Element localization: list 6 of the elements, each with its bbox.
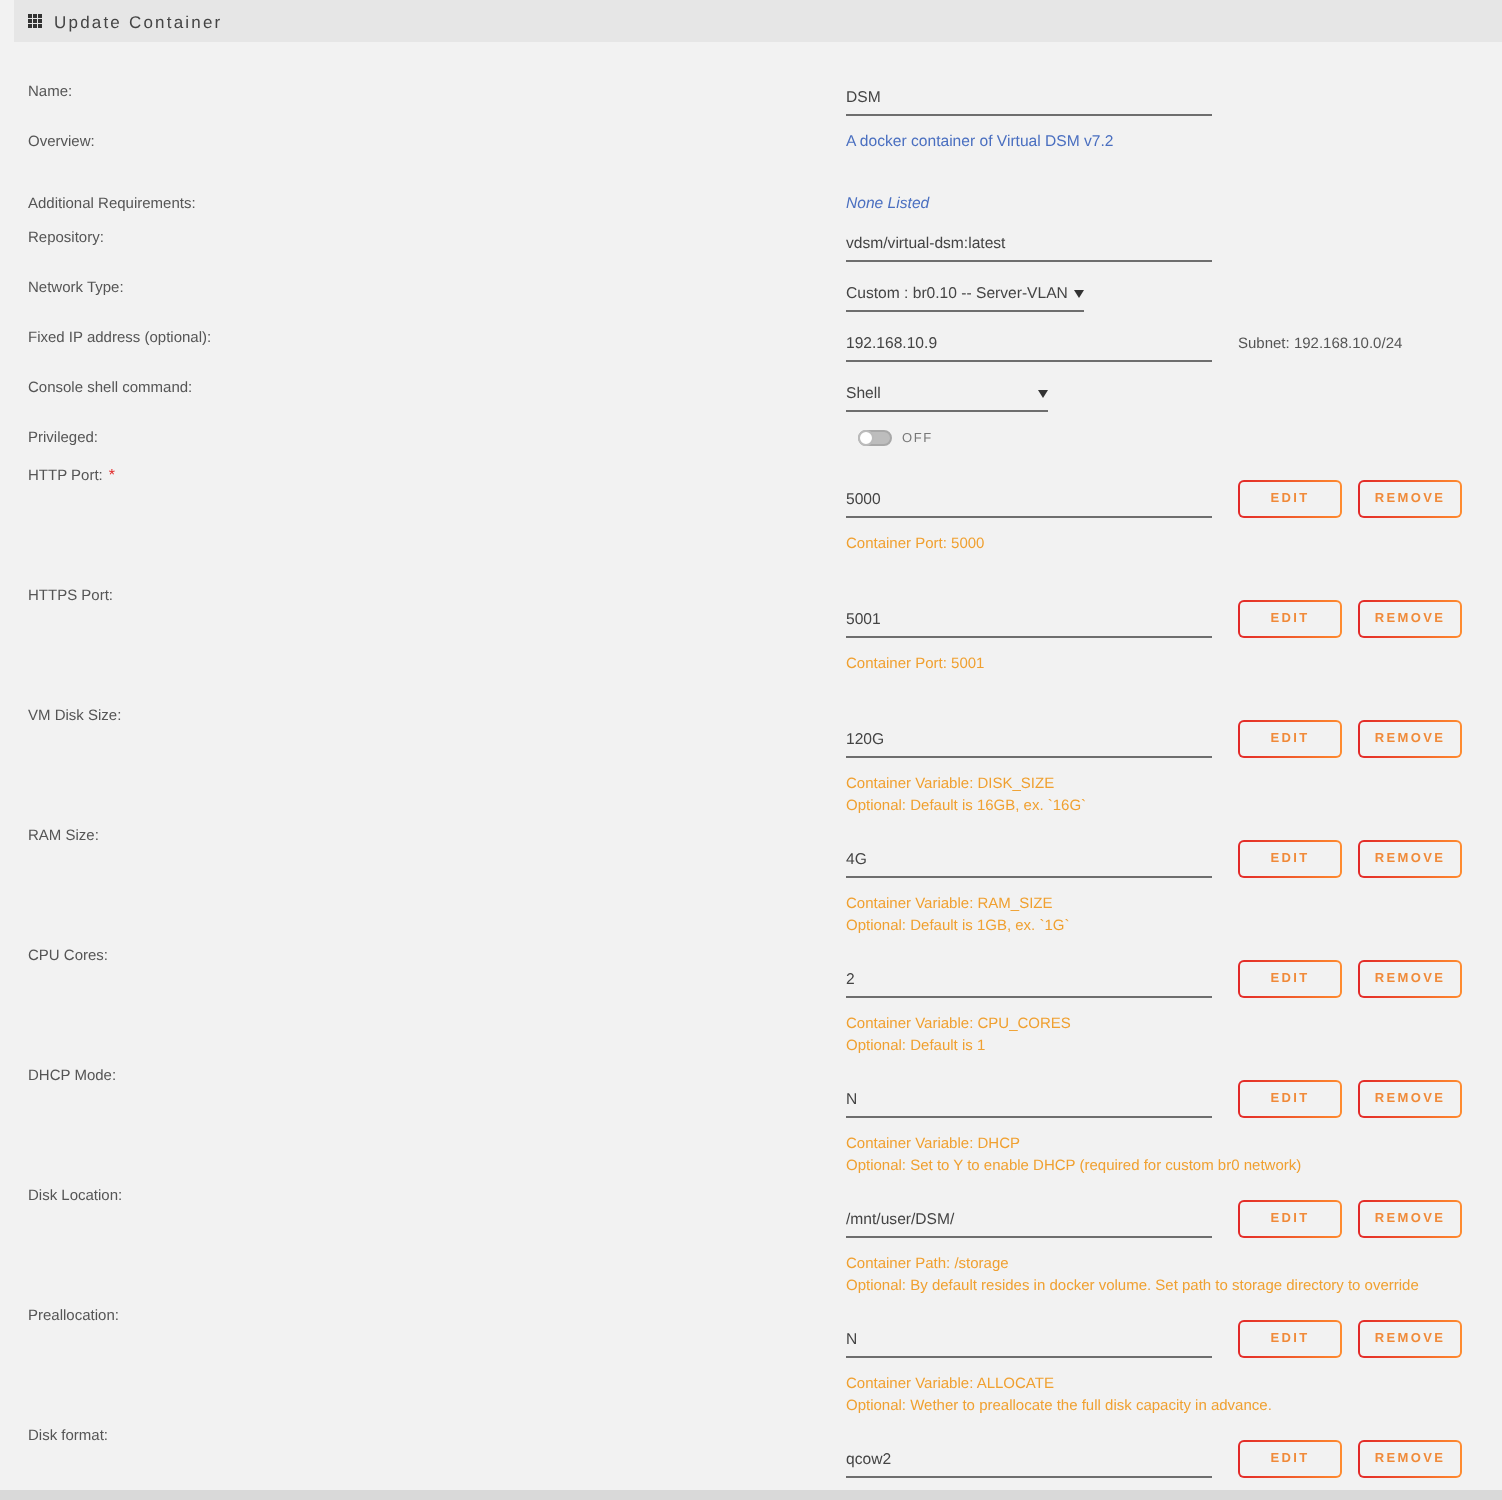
caret-icon <box>1073 289 1084 297</box>
required-mark: * <box>108 464 115 488</box>
grid-icon <box>28 14 42 28</box>
page-title: Update Container <box>54 11 223 31</box>
toggle-switch[interactable] <box>858 430 892 446</box>
caret-icon <box>1038 389 1048 397</box>
